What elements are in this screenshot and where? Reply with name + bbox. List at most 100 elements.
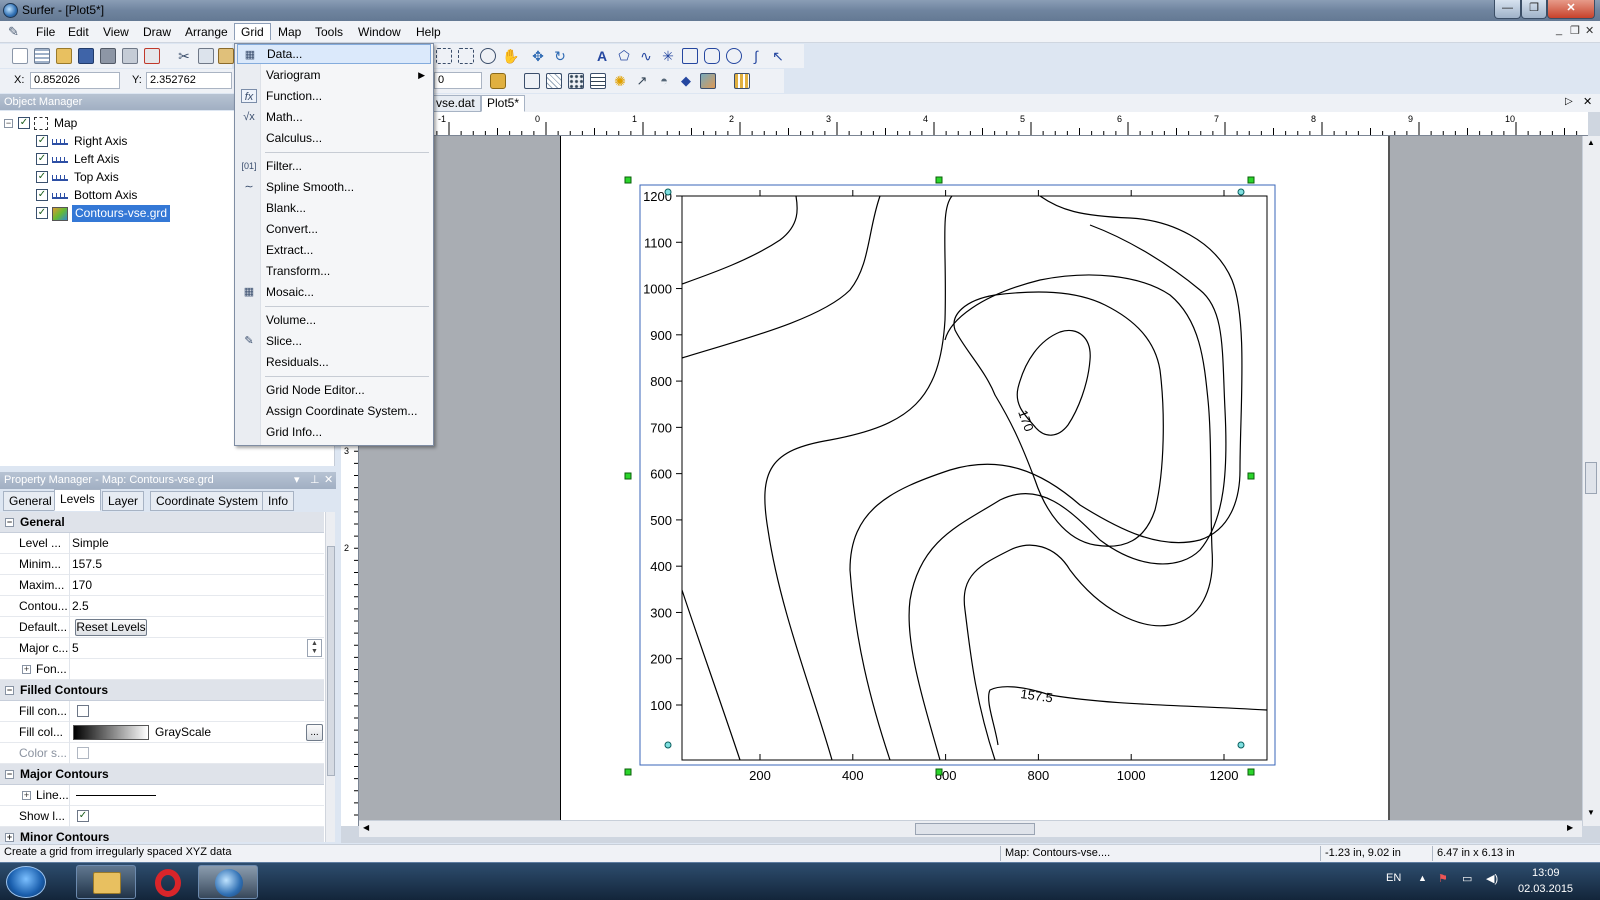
scroll-thumb[interactable] — [327, 546, 335, 776]
scroll-right-icon[interactable]: ▶ — [1567, 823, 1573, 832]
prop-value[interactable]: 5 — [72, 641, 79, 655]
shaded-relief-icon[interactable] — [700, 73, 716, 89]
contour-map[interactable]: 170 157.5 1200 1100 1000 900 800 700 600 500 400… — [600, 170, 1300, 800]
mdi-restore-icon[interactable]: ❐ — [1570, 24, 1580, 37]
volume-icon[interactable]: ◀) — [1486, 872, 1498, 885]
cut-icon[interactable]: ✂ — [176, 48, 192, 64]
checkbox-icon[interactable]: ✓ — [36, 153, 48, 165]
language-indicator[interactable]: EN — [1386, 872, 1401, 884]
minimize-button[interactable]: — — [1494, 0, 1521, 19]
vector-map-icon[interactable]: ↗ — [634, 73, 650, 89]
new-icon[interactable] — [12, 48, 28, 64]
grid-menu-filter[interactable]: [01] Filter... — [237, 156, 431, 176]
paste-icon[interactable] — [218, 48, 234, 64]
close-doc-icon[interactable]: ✕ — [1583, 95, 1592, 108]
wireframe-icon[interactable]: ◓ — [656, 73, 672, 89]
surface-icon[interactable]: ◆ — [678, 73, 694, 89]
pin-icon[interactable]: ⊥ — [310, 472, 320, 488]
spinner-icon[interactable]: ▲ ▼ — [307, 639, 322, 657]
section-minor-contours[interactable]: + Minor Contours — [0, 827, 324, 842]
resize-handle[interactable] — [1247, 472, 1255, 480]
menu-arrange[interactable]: Arrange — [179, 24, 234, 41]
close-icon[interactable]: ✕ — [324, 472, 333, 488]
rotate-icon[interactable]: ↻ — [552, 48, 568, 64]
resize-handle[interactable] — [624, 768, 632, 776]
prop-line[interactable]: + Line... — [0, 785, 324, 806]
ellipsis-button[interactable]: ... — [306, 724, 323, 741]
checkbox-icon[interactable]: ✓ — [36, 171, 48, 183]
tab-layer[interactable]: Layer — [102, 491, 145, 511]
menu-grid[interactable]: Grid — [234, 23, 271, 40]
contour-map-icon[interactable] — [546, 73, 562, 89]
start-button[interactable] — [6, 866, 46, 898]
scroll-left-icon[interactable]: ◀ — [363, 823, 369, 832]
collapse-icon[interactable]: − — [5, 518, 14, 527]
prop-minimum[interactable]: Minim... 157.5 — [0, 554, 324, 575]
spline-icon[interactable]: ∫ — [748, 48, 764, 64]
property-scrollbar[interactable] — [325, 512, 335, 842]
grid-menu-convert[interactable]: Convert... — [237, 219, 431, 239]
scroll-up-icon[interactable]: ▲ — [1587, 138, 1595, 147]
grid-menu-function[interactable]: fx Function... — [237, 86, 431, 106]
colormap-swatch[interactable] — [73, 725, 149, 740]
expand-icon[interactable]: + — [22, 791, 31, 800]
tab-general[interactable]: General — [3, 491, 58, 511]
section-general[interactable]: − General — [0, 512, 324, 533]
scroll-thumb[interactable] — [915, 823, 1035, 835]
tab-levels[interactable]: Levels — [54, 489, 101, 511]
prop-show-labels[interactable]: Show l... ✓ — [0, 806, 324, 827]
select-icon[interactable] — [436, 48, 452, 64]
horizontal-scrollbar[interactable]: ◀ ▶ — [359, 820, 1582, 837]
lock-icon[interactable] — [490, 73, 506, 89]
x-coordinate-field[interactable]: 0.852026 — [30, 72, 120, 89]
resize-handle[interactable] — [1247, 768, 1255, 776]
grid-menu-blank[interactable]: Blank... — [237, 198, 431, 218]
grid-menu-extract[interactable]: Extract... — [237, 240, 431, 260]
menu-tools[interactable]: Tools — [309, 24, 349, 41]
text-icon[interactable]: A — [594, 48, 610, 64]
doc-tab-worksheet[interactable]: vse.dat — [430, 95, 481, 112]
grid-menu-residuals[interactable]: Residuals... — [237, 352, 431, 372]
checkbox-icon[interactable]: ✓ — [36, 135, 48, 147]
collapse-icon[interactable]: − — [4, 119, 13, 128]
resize-handle[interactable] — [935, 768, 943, 776]
menu-file[interactable]: File — [30, 24, 61, 41]
grid-menu-node-editor[interactable]: Grid Node Editor... — [237, 380, 431, 400]
y-coordinate-field[interactable]: 2.352762 — [146, 72, 232, 89]
resize-handle[interactable] — [1247, 176, 1255, 184]
prop-value[interactable]: 157.5 — [72, 557, 102, 571]
menu-draw[interactable]: Draw — [137, 24, 177, 41]
classed-post-icon[interactable] — [590, 73, 606, 89]
grid-menu-slice[interactable]: ✎ Slice... — [237, 331, 431, 351]
resize-handle[interactable] — [624, 472, 632, 480]
network-icon[interactable]: ▭ — [1462, 872, 1472, 885]
prop-value[interactable]: 170 — [72, 578, 92, 592]
vertical-scrollbar[interactable]: ▲ ▼ — [1582, 136, 1600, 826]
export-icon[interactable] — [122, 48, 138, 64]
checkbox-icon[interactable]: ✓ — [36, 189, 48, 201]
section-filled-contours[interactable]: − Filled Contours — [0, 680, 324, 701]
move-icon[interactable]: ✥ — [530, 48, 546, 64]
selection-handles[interactable] — [624, 176, 1255, 776]
reshape-icon[interactable]: ↖ — [770, 48, 786, 64]
close-button[interactable]: ✕ — [1547, 0, 1595, 19]
collapse-icon[interactable]: − — [5, 770, 14, 779]
show-labels-checkbox[interactable]: ✓ — [77, 810, 89, 822]
angle-field[interactable]: 0 — [434, 72, 482, 89]
scroll-down-icon[interactable]: ▼ — [1587, 808, 1595, 817]
grid-menu-variogram[interactable]: Variogram ▶ — [237, 65, 431, 85]
grid-menu-assign-coordinate-system[interactable]: Assign Coordinate System... — [237, 401, 431, 421]
prop-maximum[interactable]: Maxim... 170 — [0, 575, 324, 596]
grid-menu-calculus[interactable]: Calculus... — [237, 128, 431, 148]
grid-menu-volume[interactable]: Volume... — [237, 310, 431, 330]
taskbar-opera[interactable] — [138, 865, 198, 899]
resize-handle[interactable] — [624, 176, 632, 184]
grid-menu-math[interactable]: √x Math... — [237, 107, 431, 127]
print-icon[interactable] — [100, 48, 116, 64]
prop-contour-interval[interactable]: Contou... 2.5 — [0, 596, 324, 617]
grid-menu-transform[interactable]: Transform... — [237, 261, 431, 281]
menu-edit[interactable]: Edit — [62, 24, 95, 41]
maximize-button[interactable]: ❐ — [1521, 0, 1547, 19]
clock-time[interactable]: 13:09 — [1532, 867, 1560, 879]
prop-font[interactable]: + Fon... — [0, 659, 324, 680]
